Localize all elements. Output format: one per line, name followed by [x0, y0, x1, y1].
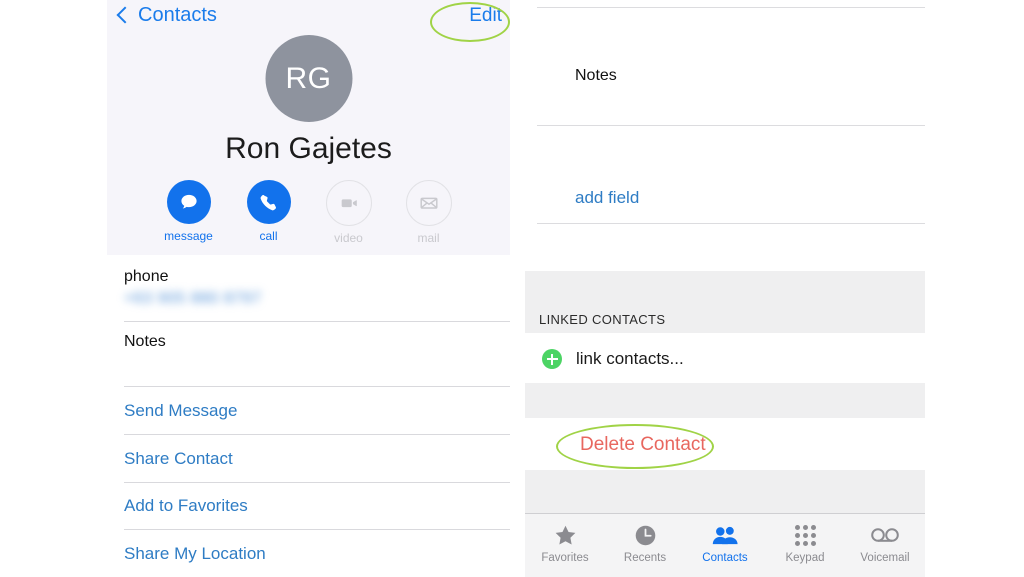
envelope-icon [405, 180, 452, 226]
share-my-location-link[interactable]: Share My Location [124, 544, 266, 564]
tab-bar: Favorites Recents Contacts Keypad Voicem… [525, 513, 925, 577]
notes-field-label: Notes [575, 67, 617, 84]
action-call[interactable]: call [245, 180, 293, 245]
divider [537, 223, 925, 224]
back-to-contacts-button[interactable]: Contacts [116, 4, 217, 26]
add-plus-icon[interactable] [542, 349, 562, 369]
tab-contacts[interactable]: Contacts [685, 514, 765, 577]
add-field-link[interactable]: add field [575, 188, 639, 208]
action-mail: mail [405, 180, 453, 245]
field-label-notes: Notes [124, 333, 166, 350]
tab-voicemail-label: Voicemail [860, 552, 910, 564]
add-to-favorites-link[interactable]: Add to Favorites [124, 496, 248, 516]
tab-contacts-label: Contacts [702, 552, 748, 564]
action-video-label: video [334, 231, 363, 245]
action-call-label: call [259, 229, 278, 243]
linked-contacts-header: LINKED CONTACTS [539, 312, 666, 327]
navigation-bar: Contacts Edit [107, 0, 510, 38]
delete-contact-button[interactable]: Delete Contact [580, 434, 706, 456]
field-value-phone-redacted[interactable]: +63 905 880 8797 [124, 290, 286, 306]
spacer-band [525, 383, 925, 418]
divider [537, 125, 925, 126]
contact-name: Ron Gajetes [225, 132, 392, 165]
clock-icon [633, 522, 658, 548]
send-message-link[interactable]: Send Message [124, 401, 237, 421]
divider [537, 7, 925, 8]
contact-header: Contacts Edit RG Ron Gajetes message cal… [107, 0, 510, 255]
divider [124, 321, 510, 322]
divider [124, 529, 510, 530]
edit-button[interactable]: Edit [469, 6, 502, 25]
tab-favorites[interactable]: Favorites [525, 514, 605, 577]
contact-edit-panel: Notes add field LINKED CONTACTS link con… [525, 0, 925, 577]
action-video: video [325, 180, 373, 245]
contacts-people-icon [712, 522, 739, 548]
avatar[interactable]: RG [265, 35, 352, 122]
action-message[interactable]: message [164, 180, 213, 245]
tab-recents-label: Recents [623, 552, 667, 564]
action-mail-label: mail [417, 231, 440, 245]
back-button-label: Contacts [138, 4, 217, 26]
action-message-label: message [164, 229, 213, 243]
tab-keypad[interactable]: Keypad [765, 514, 845, 577]
bottom-spacer-band [525, 470, 925, 513]
phone-handset-icon [246, 180, 291, 224]
field-label-phone: phone [124, 268, 169, 285]
tab-keypad-label: Keypad [785, 552, 825, 564]
message-bubble-icon [166, 180, 211, 224]
link-contacts-label[interactable]: link contacts... [576, 349, 684, 369]
share-contact-link[interactable]: Share Contact [124, 449, 233, 469]
divider [124, 482, 510, 483]
video-camera-icon [325, 180, 372, 226]
tab-favorites-label: Favorites [541, 552, 589, 564]
tab-recents[interactable]: Recents [605, 514, 685, 577]
quick-action-row: message call video mail [107, 180, 510, 245]
divider [124, 434, 510, 435]
contact-detail-panel: Contacts Edit RG Ron Gajetes message cal… [107, 0, 510, 576]
divider [124, 386, 510, 387]
avatar-initials: RG [285, 61, 332, 95]
star-icon [553, 522, 578, 548]
keypad-dots-icon [794, 522, 816, 548]
voicemail-reels-icon [870, 522, 900, 548]
chevron-left-icon [116, 6, 134, 24]
tab-voicemail[interactable]: Voicemail [845, 514, 925, 577]
